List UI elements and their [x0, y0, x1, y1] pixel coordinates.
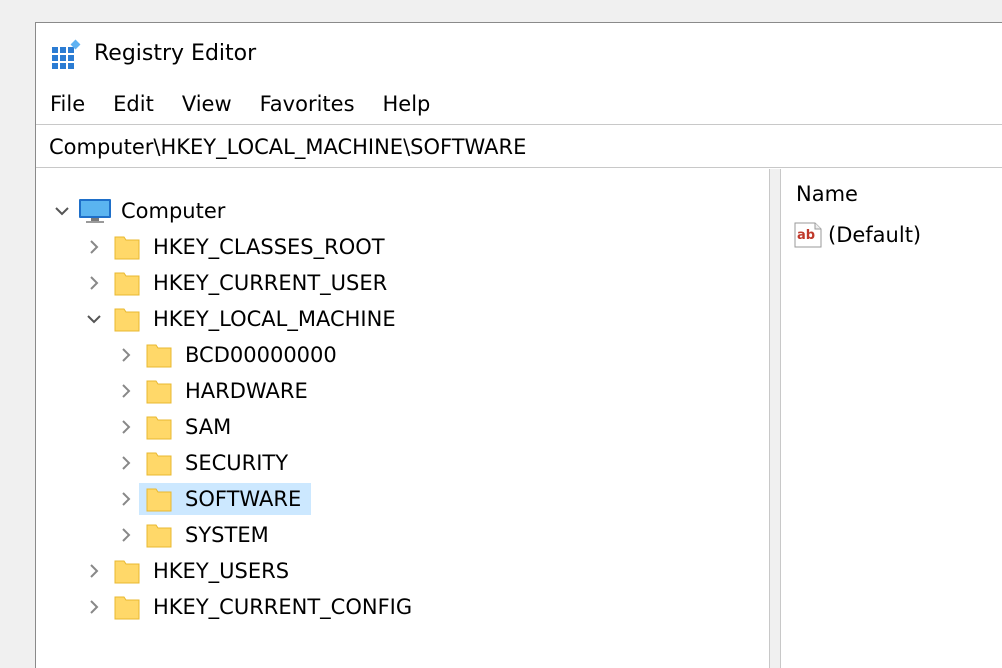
- tree-node-system[interactable]: SYSTEM: [36, 517, 769, 553]
- tree-node-label: HKEY_CURRENT_USER: [153, 271, 388, 295]
- chevron-down-icon[interactable]: [52, 201, 72, 221]
- chevron-right-icon[interactable]: [116, 525, 136, 545]
- tree-node-bcd00000000[interactable]: BCD00000000: [36, 337, 769, 373]
- values-pane[interactable]: Name ab (Default): [781, 169, 1002, 668]
- tree-node-hkey-users[interactable]: HKEY_USERS: [36, 553, 769, 589]
- svg-text:ab: ab: [797, 228, 815, 243]
- tree-node-software[interactable]: SOFTWARE: [36, 481, 769, 517]
- tree-node-hkey-local-machine[interactable]: HKEY_LOCAL_MACHINE: [36, 301, 769, 337]
- menu-file[interactable]: File: [36, 85, 99, 123]
- value-name: (Default): [828, 223, 922, 247]
- tree-node-hkey-classes-root[interactable]: HKEY_CLASSES_ROOT: [36, 229, 769, 265]
- column-header-name[interactable]: Name: [796, 180, 858, 208]
- computer-icon: [78, 197, 112, 225]
- title-bar[interactable]: Registry Editor: [36, 23, 1002, 83]
- tree-node-hkey-current-user[interactable]: HKEY_CURRENT_USER: [36, 265, 769, 301]
- menu-view[interactable]: View: [168, 85, 246, 123]
- menu-help[interactable]: Help: [369, 85, 445, 123]
- chevron-right-icon[interactable]: [84, 597, 104, 617]
- tree-node-label: HKEY_USERS: [153, 559, 290, 583]
- address-bar[interactable]: Computer\HKEY_LOCAL_MACHINE\SOFTWARE: [36, 124, 1002, 168]
- key-tree-pane[interactable]: Computer HKEY_CLASSES_ROOT HKEY_CURRENT_…: [36, 169, 769, 668]
- folder-icon: [113, 305, 141, 333]
- pane-splitter[interactable]: [769, 169, 781, 668]
- chevron-right-icon[interactable]: [84, 237, 104, 257]
- folder-icon: [145, 449, 173, 477]
- tree-node-label: HKEY_CURRENT_CONFIG: [153, 595, 413, 619]
- folder-icon: [113, 557, 141, 585]
- folder-icon: [113, 593, 141, 621]
- tree-node-label: SYSTEM: [185, 523, 269, 547]
- chevron-right-icon[interactable]: [116, 489, 136, 509]
- tree-node-hardware[interactable]: HARDWARE: [36, 373, 769, 409]
- folder-icon: [113, 233, 141, 261]
- tree-node-hkey-current-config[interactable]: HKEY_CURRENT_CONFIG: [36, 589, 769, 625]
- folder-icon: [145, 521, 173, 549]
- menu-edit[interactable]: Edit: [99, 85, 168, 123]
- chevron-right-icon[interactable]: [116, 417, 136, 437]
- registry-editor-icon: [51, 39, 83, 71]
- tree-node-label: SAM: [185, 415, 232, 439]
- string-value-ab-icon: ab: [793, 221, 823, 249]
- tree-node-label: SOFTWARE: [185, 487, 302, 511]
- tree-node-sam[interactable]: SAM: [36, 409, 769, 445]
- chevron-right-icon[interactable]: [116, 453, 136, 473]
- menu-favorites[interactable]: Favorites: [246, 85, 369, 123]
- chevron-right-icon[interactable]: [116, 345, 136, 365]
- tree-node-label: BCD00000000: [185, 343, 337, 367]
- tree-node-security[interactable]: SECURITY: [36, 445, 769, 481]
- menu-bar: File Edit View Favorites Help: [36, 85, 1002, 123]
- folder-icon: [145, 485, 173, 513]
- tree-node-label: HKEY_CLASSES_ROOT: [153, 235, 385, 259]
- chevron-right-icon[interactable]: [84, 561, 104, 581]
- chevron-right-icon[interactable]: [84, 273, 104, 293]
- registry-editor-window: Registry Editor File Edit View Favorites…: [35, 22, 1002, 668]
- tree-node-label: SECURITY: [185, 451, 289, 475]
- folder-icon: [145, 377, 173, 405]
- tree-node-label: Computer: [121, 199, 226, 223]
- chevron-down-icon[interactable]: [84, 309, 104, 329]
- tree-node-label: HARDWARE: [185, 379, 308, 403]
- folder-icon: [145, 413, 173, 441]
- folder-icon: [145, 341, 173, 369]
- address-path[interactable]: Computer\HKEY_LOCAL_MACHINE\SOFTWARE: [49, 133, 526, 161]
- chevron-right-icon[interactable]: [116, 381, 136, 401]
- tree-node-label: HKEY_LOCAL_MACHINE: [153, 307, 396, 331]
- window-title: Registry Editor: [94, 41, 257, 66]
- tree-node-computer[interactable]: Computer: [36, 193, 769, 229]
- folder-icon: [113, 269, 141, 297]
